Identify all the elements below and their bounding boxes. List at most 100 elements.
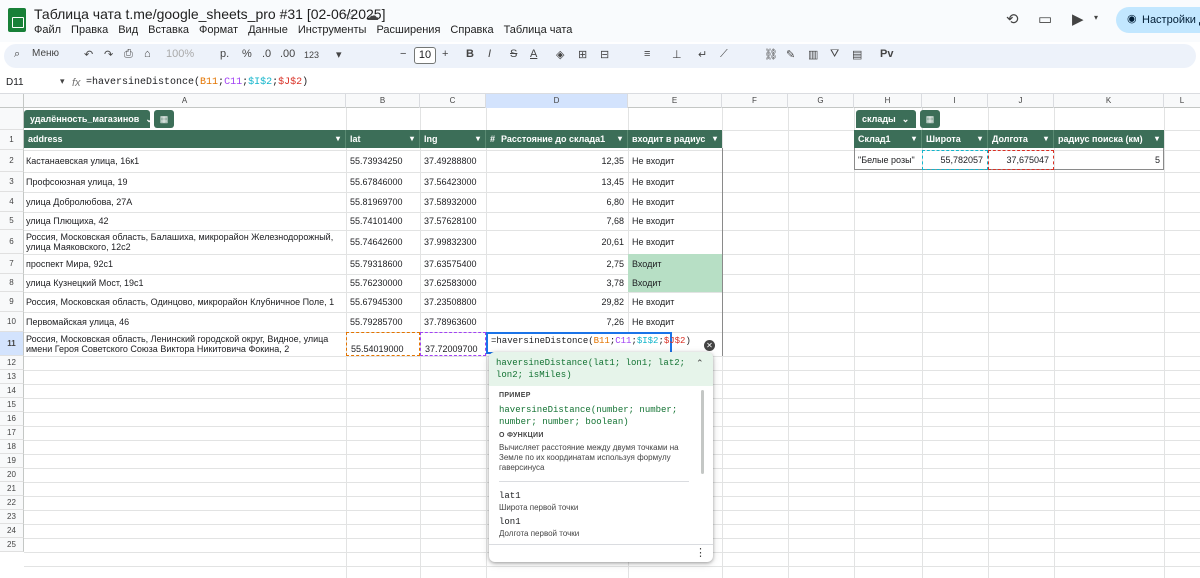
cell-address[interactable]: улица Добролюбова, 27А: [26, 192, 344, 212]
cell-in-radius[interactable]: Не входит: [628, 172, 722, 192]
merge-cells-icon[interactable]: ⊟: [600, 48, 609, 61]
row-header[interactable]: 9: [0, 292, 24, 312]
sheets-logo-icon[interactable]: [8, 8, 26, 32]
name-box-dropdown-icon[interactable]: ▾: [60, 76, 65, 87]
insert-chart-icon[interactable]: ▥: [808, 48, 818, 61]
header-longitude[interactable]: Долгота ▾: [988, 130, 1054, 148]
meet-dropdown-icon[interactable]: ▾: [1094, 13, 1098, 22]
cell-lat[interactable]: 55.79285700: [350, 312, 418, 332]
borders-icon[interactable]: ⊞: [578, 48, 587, 61]
cell-distance[interactable]: 7,68: [486, 212, 628, 230]
filter-icon[interactable]: ⛛: [830, 48, 839, 61]
star-icon[interactable]: ☆: [344, 8, 356, 24]
menu-search-button[interactable]: Меню: [32, 48, 59, 59]
table-icon[interactable]: ▦: [154, 110, 174, 128]
menu-data[interactable]: Данные: [248, 24, 288, 36]
close-icon[interactable]: ✕: [704, 340, 715, 351]
row-header[interactable]: 24: [0, 524, 24, 538]
header-latitude[interactable]: Широта ▾: [922, 130, 988, 148]
text-rotation-icon[interactable]: ⟋: [720, 48, 728, 61]
font-size-increase[interactable]: +: [442, 48, 448, 60]
row-header[interactable]: 14: [0, 384, 24, 398]
row-header[interactable]: 25: [0, 538, 24, 552]
cell-lng[interactable]: 37.56423000: [424, 172, 484, 192]
cell-distance[interactable]: 3,78: [486, 274, 628, 292]
more-formats-button[interactable]: 123: [304, 50, 319, 60]
row-header[interactable]: 4: [0, 192, 24, 212]
column-header-c[interactable]: C: [420, 94, 486, 108]
row-header[interactable]: 16: [0, 412, 24, 426]
fill-color-icon[interactable]: ◈: [556, 48, 564, 61]
more-options-icon[interactable]: ⋮: [695, 546, 706, 559]
percent-button[interactable]: %: [242, 48, 252, 60]
header-lng[interactable]: lng ▾: [420, 130, 486, 148]
column-header-e[interactable]: E: [628, 94, 722, 108]
cell-distance[interactable]: 6,80: [486, 192, 628, 212]
comments-icon[interactable]: ▭: [1038, 10, 1052, 28]
font-size-decrease[interactable]: −: [400, 48, 406, 60]
cell-in-radius[interactable]: Не входит: [628, 150, 722, 172]
header-address[interactable]: address ▾: [24, 130, 346, 148]
cell-lng[interactable]: 37.49288800: [424, 150, 484, 172]
row-header[interactable]: 15: [0, 398, 24, 412]
name-box[interactable]: D11: [6, 77, 24, 88]
cell-search-radius[interactable]: 5: [1054, 150, 1164, 170]
cell-lng[interactable]: 37.23508800: [424, 292, 484, 312]
cell-address[interactable]: Первомайская улица, 46: [26, 312, 344, 332]
cell-in-radius[interactable]: Не входит: [628, 312, 722, 332]
cell-editor[interactable]: =haversineDistonce(B11;C11;$I$2;$J$2): [486, 332, 691, 354]
cell-lat[interactable]: 55.74101400: [350, 212, 418, 230]
column-header-f[interactable]: F: [722, 94, 788, 108]
row-header[interactable]: 17: [0, 426, 24, 440]
column-header-g[interactable]: G: [788, 94, 854, 108]
cloud-icon[interactable]: ☁: [366, 8, 379, 24]
filter-views-icon[interactable]: ▤: [852, 48, 862, 61]
header-distance[interactable]: # Расстояние до склада1 ▾: [486, 130, 628, 148]
function-signature[interactable]: haversineDistance(lat1; lon1; lat2; lon2…: [489, 352, 713, 386]
italic-button[interactable]: I: [488, 48, 491, 60]
input-tools-button[interactable]: Рv: [880, 48, 893, 60]
column-header-b[interactable]: B: [346, 94, 420, 108]
row-header[interactable]: 19: [0, 454, 24, 468]
decrease-decimal-button[interactable]: .0: [262, 48, 271, 60]
header-warehouse[interactable]: Склад1 ▾: [854, 130, 922, 148]
header-in-radius[interactable]: входит в радиус ▾: [628, 130, 722, 148]
chevron-up-icon[interactable]: ⌃: [696, 358, 704, 369]
column-header-k[interactable]: K: [1054, 94, 1164, 108]
row-header[interactable]: 6: [0, 230, 24, 254]
select-all-corner[interactable]: [0, 94, 24, 108]
table-icon[interactable]: ▦: [920, 110, 940, 128]
cell-in-radius[interactable]: Не входит: [628, 192, 722, 212]
cell-distance[interactable]: 29,82: [486, 292, 628, 312]
menu-help[interactable]: Справка: [450, 24, 493, 36]
cell-address[interactable]: Россия, Московская область, Одинцово, ми…: [26, 292, 344, 312]
row-header[interactable]: 1: [0, 130, 24, 150]
horizontal-align-icon[interactable]: ≡: [644, 48, 650, 60]
menu-view[interactable]: Вид: [118, 24, 138, 36]
cell-warehouse-lng[interactable]: 37,675047: [988, 150, 1054, 170]
cell-address[interactable]: улица Плющиха, 42: [26, 212, 344, 230]
cell-address[interactable]: Россия, Московская область, Балашиха, ми…: [26, 230, 344, 254]
header-lat[interactable]: lat ▾: [346, 130, 420, 148]
menu-format[interactable]: Формат: [199, 24, 238, 36]
print-icon[interactable]: ⎙: [124, 48, 133, 61]
undo-icon[interactable]: ↶: [84, 48, 93, 61]
cell-lat-referenced[interactable]: 55.54019000: [346, 332, 420, 356]
cell-address[interactable]: улица Кузнецкий Мост, 19с1: [26, 274, 344, 292]
cell-warehouse-lat[interactable]: 55,782057: [922, 150, 988, 170]
row-header[interactable]: 13: [0, 370, 24, 384]
cell-warehouse-name[interactable]: "Белые розы": [858, 150, 922, 170]
cell-lng[interactable]: 37.78963600: [424, 312, 484, 332]
zoom-select[interactable]: 100%: [166, 48, 194, 60]
row-header[interactable]: 22: [0, 496, 24, 510]
menu-edit[interactable]: Правка: [71, 24, 108, 36]
cell-lat[interactable]: 55.74642600: [350, 230, 418, 254]
meet-icon[interactable]: ▶: [1072, 10, 1084, 28]
menu-extensions[interactable]: Расширения: [376, 24, 440, 36]
cell-distance[interactable]: 2,75: [486, 254, 628, 274]
redo-icon[interactable]: ↷: [104, 48, 113, 61]
increase-decimal-button[interactable]: .00: [280, 48, 295, 60]
history-icon[interactable]: ⟲: [1006, 10, 1019, 28]
cell-in-radius[interactable]: Не входит: [628, 292, 722, 312]
cell-lat[interactable]: 55.73934250: [350, 150, 418, 172]
